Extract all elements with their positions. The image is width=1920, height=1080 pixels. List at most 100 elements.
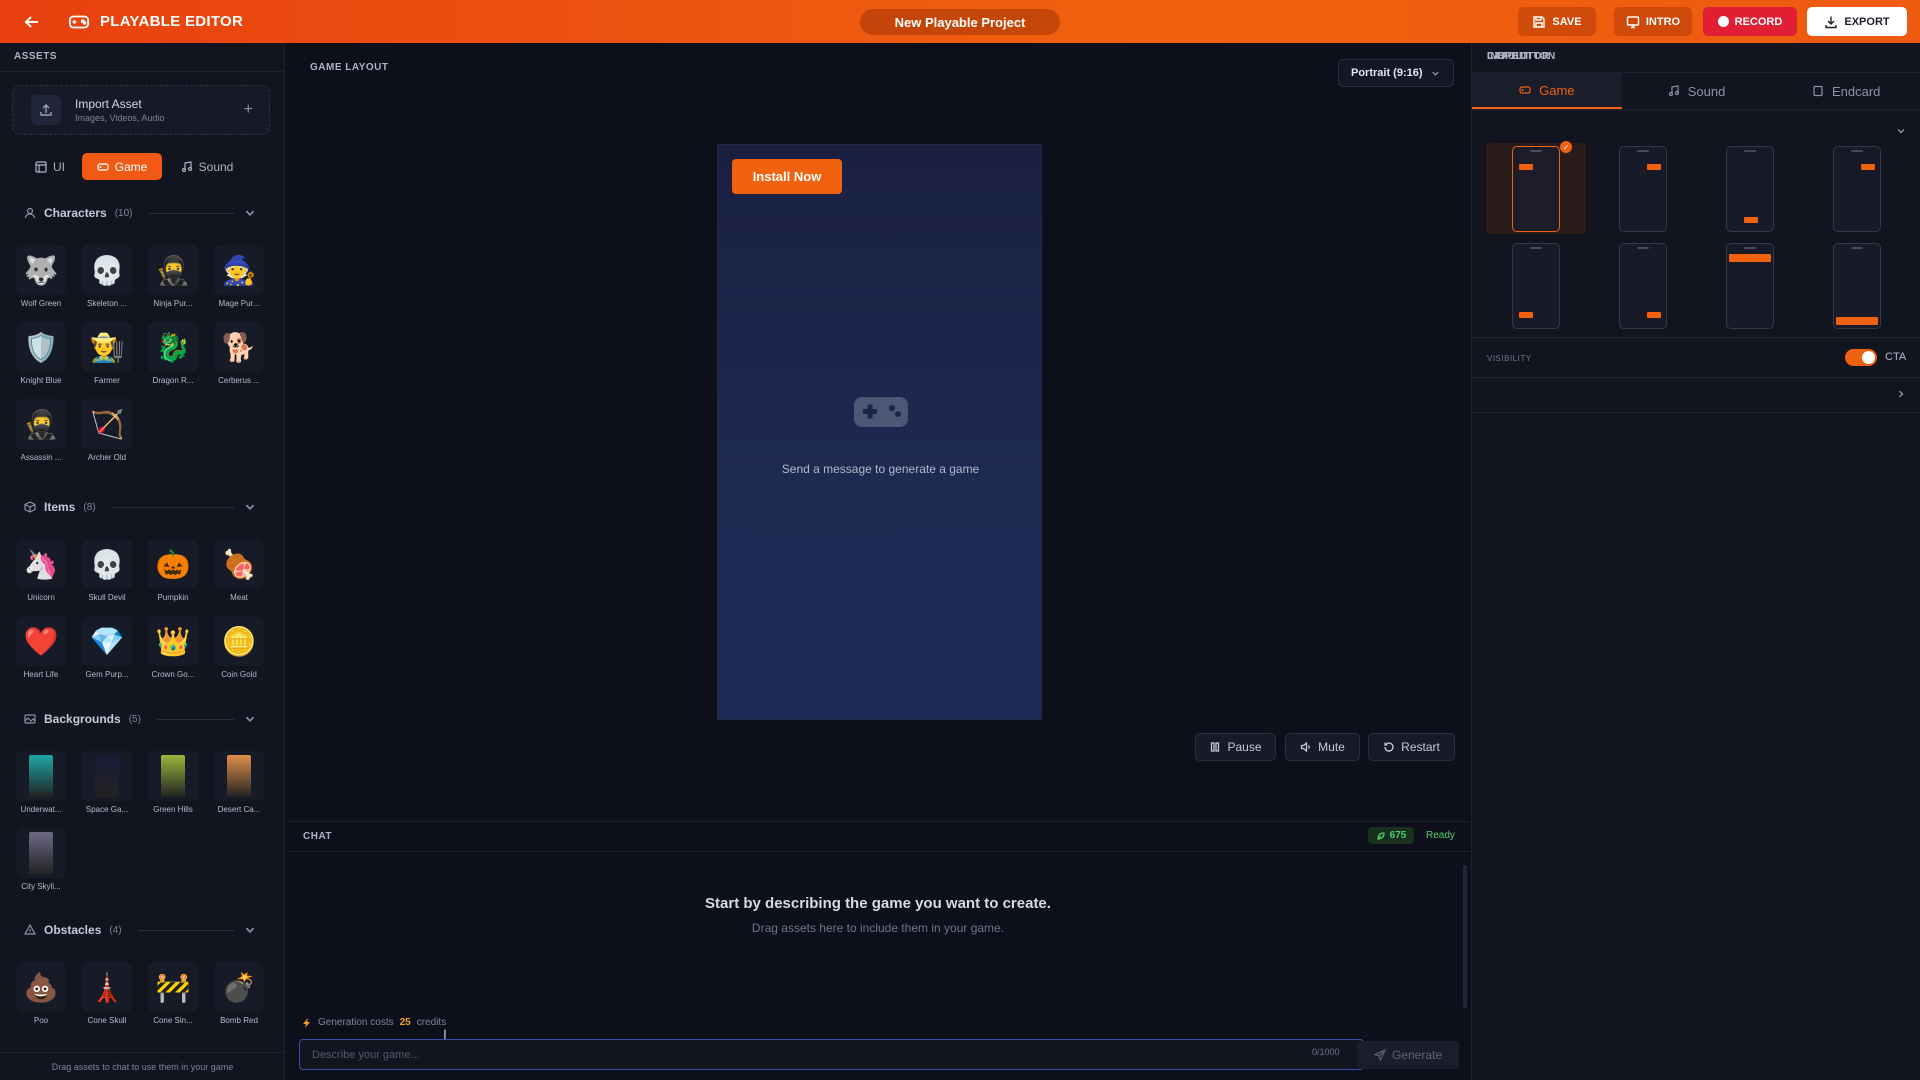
- layout-option-cta-top-left[interactable]: ✓: [1486, 141, 1586, 234]
- pause-button[interactable]: Pause: [1195, 733, 1276, 761]
- obstacles-grid: 💩 Poo 🗼 Cone Skull 🚧 Cone Sin... 💣 Bomb Red: [12, 962, 268, 1025]
- category-items[interactable]: Items (8): [24, 500, 256, 514]
- tab-sound[interactable]: Sound: [162, 153, 252, 180]
- tab-game[interactable]: Game: [82, 153, 162, 180]
- record-label: RECORD: [1734, 15, 1783, 28]
- background-thumbnail: [82, 751, 132, 801]
- asset-tile[interactable]: 💎 Gem Purp...: [78, 616, 136, 679]
- layout-option-cta-top-banner[interactable]: [1700, 240, 1800, 331]
- layout-option-cta-top-right[interactable]: [1593, 143, 1693, 234]
- layout-option-cta-bottom-left[interactable]: [1486, 240, 1586, 331]
- asset-tile[interactable]: 💣 Bomb Red: [210, 962, 268, 1025]
- chat-scrollbar[interactable]: [1463, 865, 1467, 1008]
- asset-tile[interactable]: Underwat...: [12, 751, 70, 814]
- asset-tile[interactable]: 🦄 Unicorn: [12, 539, 70, 602]
- generate-button[interactable]: Generate: [1357, 1041, 1459, 1069]
- backgrounds-grid: Underwat... Space Ga... Green Hills Desert …: [12, 751, 268, 891]
- asset-tile[interactable]: 💩 Poo: [12, 962, 70, 1025]
- orientation-select[interactable]: Portrait (9:16): [1338, 59, 1454, 87]
- asset-tile[interactable]: Green Hills: [144, 751, 202, 814]
- install-now-button[interactable]: Install Now: [732, 159, 842, 194]
- save-button[interactable]: SAVE: [1518, 7, 1596, 36]
- character-counter: 0/1000: [1312, 1047, 1340, 1057]
- category-obstacles[interactable]: Obstacles (4): [24, 923, 256, 937]
- asset-tile[interactable]: 🪙 Coin Gold: [210, 616, 268, 679]
- chevron-down-icon[interactable]: [1896, 126, 1906, 136]
- asset-icon: 🏹: [82, 399, 132, 449]
- users-icon: [24, 207, 36, 219]
- category-count: (5): [128, 713, 141, 725]
- category-backgrounds[interactable]: Backgrounds (5): [24, 712, 256, 726]
- image-icon: [24, 714, 36, 724]
- chevron-right-icon[interactable]: [1896, 389, 1906, 399]
- asset-tile[interactable]: 👑 Crown Go...: [144, 616, 202, 679]
- asset-name: Archer Old: [87, 453, 127, 462]
- back-arrow-icon[interactable]: [22, 12, 42, 32]
- layout-option-cta-bottom-center[interactable]: [1700, 143, 1800, 234]
- chat-title: CHAT: [303, 831, 333, 842]
- game-preview-canvas[interactable]: Install Now Send a message to generate a…: [717, 144, 1042, 720]
- chevron-down-icon[interactable]: [244, 501, 256, 513]
- import-asset-dropzone[interactable]: Import Asset Images, Videos, Audio +: [12, 85, 270, 135]
- asset-tile[interactable]: 🐉 Dragon R...: [144, 322, 202, 385]
- asset-name: Unicorn: [27, 593, 55, 602]
- layout-icon: [35, 160, 47, 173]
- plus-icon[interactable]: +: [244, 101, 253, 119]
- tab-endcard-label: Endcard: [1831, 83, 1881, 99]
- asset-tile[interactable]: City Skyli...: [12, 828, 70, 891]
- layout-option-cta-bottom-banner[interactable]: [1807, 240, 1907, 331]
- asset-tile[interactable]: 🏹 Archer Old: [78, 399, 136, 462]
- top-bar: PLAYABLE EDITOR New Playable Project SAV…: [0, 0, 1920, 43]
- asset-name: Cone Sin...: [153, 1016, 193, 1025]
- asset-tile[interactable]: 💀 Skeleton ...: [78, 245, 136, 308]
- asset-tile[interactable]: 🍖 Meat: [210, 539, 268, 602]
- chevron-down-icon[interactable]: [244, 924, 256, 936]
- layout-option-cta-bottom-right[interactable]: [1593, 240, 1693, 331]
- upload-icon: [31, 95, 61, 125]
- asset-name: City Skyli...: [21, 882, 61, 891]
- assets-title: ASSETS: [14, 51, 58, 62]
- asset-icon: 🦄: [16, 539, 66, 589]
- asset-tile[interactable]: 💀 Skull Devil: [78, 539, 136, 602]
- chat-empty-headline: Start by describing the game you want to…: [705, 895, 1051, 912]
- export-button[interactable]: EXPORT: [1807, 7, 1907, 36]
- divider: [1472, 412, 1920, 413]
- game-description-input[interactable]: [299, 1039, 1364, 1070]
- asset-tile[interactable]: 🚧 Cone Sin...: [144, 962, 202, 1025]
- asset-tile[interactable]: 🛡️ Knight Blue: [12, 322, 70, 385]
- asset-tile[interactable]: 🐺 Wolf Green: [12, 245, 70, 308]
- export-label: EXPORT: [1844, 15, 1890, 28]
- asset-icon: 🪙: [214, 616, 264, 666]
- intro-button[interactable]: INTRO: [1614, 7, 1692, 36]
- asset-tile[interactable]: 🐕 Cerberus ...: [210, 322, 268, 385]
- asset-name: Farmer: [94, 376, 120, 385]
- asset-tile[interactable]: 🧙 Mage Pur...: [210, 245, 268, 308]
- tab-game[interactable]: Game: [1472, 73, 1622, 109]
- category-characters[interactable]: Characters (10): [24, 206, 256, 220]
- tab-endcard[interactable]: Endcard: [1771, 73, 1920, 109]
- tab-ui[interactable]: UI: [18, 153, 82, 180]
- asset-tile[interactable]: Desert Ca...: [210, 751, 268, 814]
- asset-tile[interactable]: 🥷 Assassin ...: [12, 399, 70, 462]
- cta-button-section[interactable]: CTA BUTTON: [1487, 51, 1556, 62]
- project-name[interactable]: New Playable Project: [860, 9, 1060, 35]
- mute-button[interactable]: Mute: [1285, 733, 1360, 761]
- asset-tile[interactable]: 🗼 Cone Skull: [78, 962, 136, 1025]
- background-thumbnail: [16, 751, 66, 801]
- restart-button[interactable]: Restart: [1368, 733, 1455, 761]
- asset-tile[interactable]: ❤️ Heart Life: [12, 616, 70, 679]
- asset-tile[interactable]: Space Ga...: [78, 751, 136, 814]
- chevron-down-icon[interactable]: [244, 207, 256, 219]
- chevron-down-icon[interactable]: [244, 713, 256, 725]
- cta-visibility-toggle[interactable]: [1845, 349, 1877, 366]
- tab-sound[interactable]: Sound: [1622, 73, 1772, 109]
- layout-option-cta-top-right-alt[interactable]: [1807, 143, 1907, 234]
- asset-name: Green Hills: [153, 805, 193, 814]
- asset-icon: 👑: [148, 616, 198, 666]
- record-button[interactable]: RECORD: [1703, 7, 1797, 36]
- asset-tile[interactable]: 🥷 Ninja Pur...: [144, 245, 202, 308]
- visibility-label: VISIBILITY: [1487, 354, 1532, 363]
- divider: [111, 506, 234, 508]
- asset-tile[interactable]: 🎃 Pumpkin: [144, 539, 202, 602]
- asset-tile[interactable]: 👨‍🌾 Farmer: [78, 322, 136, 385]
